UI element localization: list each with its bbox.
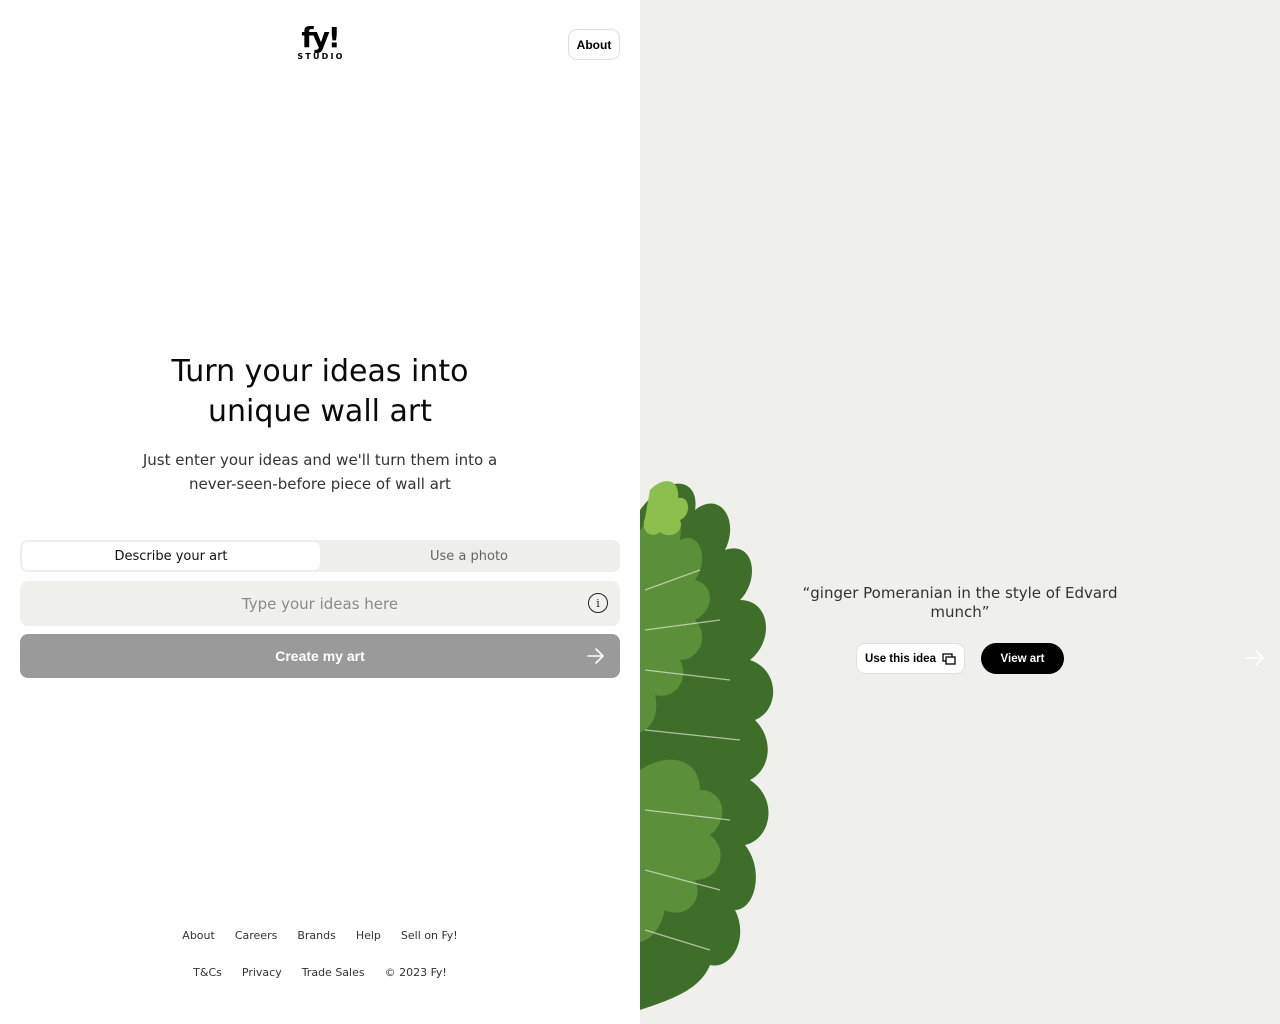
hero-subtitle-line2: never-seen-before piece of wall art (189, 475, 451, 493)
next-arrow-icon[interactable] (1244, 648, 1266, 668)
hero-subtitle-line1: Just enter your ideas and we'll turn the… (142, 451, 498, 469)
use-this-idea-button[interactable]: Use this idea (856, 643, 965, 674)
arrow-right-icon (587, 648, 604, 664)
idea-input-container: i (20, 581, 620, 626)
left-panel: fy! STUDIO About Turn your ideas into un… (0, 0, 640, 1024)
use-this-idea-label: Use this idea (865, 652, 936, 665)
copy-icon (942, 652, 956, 665)
footer-copyright: © 2023 Fy! (384, 966, 447, 979)
create-my-art-label: Create my art (275, 648, 365, 664)
tab-describe-your-art[interactable]: Describe your art (22, 542, 320, 570)
monstera-plant-image (640, 481, 774, 1010)
footer-link-trade-sales[interactable]: Trade Sales (302, 966, 365, 979)
footer-links-primary: About Careers Brands Help Sell on Fy! (0, 929, 640, 942)
view-art-button[interactable]: View art (981, 643, 1064, 674)
idea-input[interactable] (20, 581, 620, 626)
logo-mark: fy! (301, 21, 340, 54)
fy-studio-logo[interactable]: fy! STUDIO (295, 21, 345, 62)
hero-title-line1: Turn your ideas into (171, 354, 469, 389)
showcase-panel: “ginger Pomeranian in the style of Edvar… (640, 0, 1280, 1024)
footer-link-tcs[interactable]: T&Cs (193, 966, 222, 979)
footer-link-careers[interactable]: Careers (235, 929, 278, 942)
footer-link-brands[interactable]: Brands (297, 929, 336, 942)
about-button[interactable]: About (568, 29, 620, 60)
footer-link-about[interactable]: About (182, 929, 215, 942)
create-my-art-button[interactable]: Create my art (20, 634, 620, 678)
input-mode-tabs: Describe your art Use a photo (20, 540, 620, 572)
idea-quote: “ginger Pomeranian in the style of Edvar… (802, 584, 1118, 621)
hero-title: Turn your ideas into unique wall art (0, 352, 640, 432)
hero-title-line2: unique wall art (207, 394, 433, 429)
info-icon[interactable]: i (588, 593, 608, 613)
footer-link-sell-on-fy[interactable]: Sell on Fy! (401, 929, 458, 942)
hero-subtitle: Just enter your ideas and we'll turn the… (140, 448, 500, 496)
footer-link-privacy[interactable]: Privacy (242, 966, 282, 979)
footer-link-help[interactable]: Help (356, 929, 381, 942)
logo-subtitle: STUDIO (297, 52, 345, 61)
footer-links-secondary: T&Cs Privacy Trade Sales © 2023 Fy! (0, 966, 640, 979)
tab-use-a-photo[interactable]: Use a photo (320, 542, 618, 570)
